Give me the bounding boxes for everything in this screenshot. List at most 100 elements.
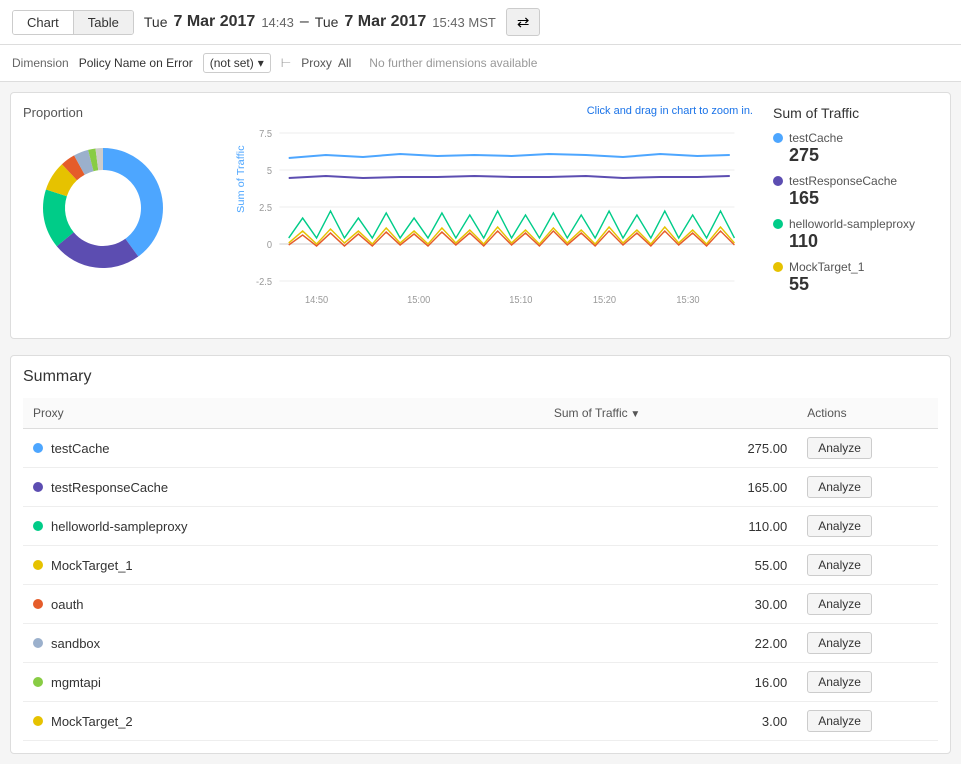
- proxy-name: MockTarget_1: [51, 558, 133, 573]
- table-row: MockTarget_2 3.00 Analyze: [23, 702, 938, 741]
- summary-title: Summary: [23, 368, 938, 386]
- time2: 15:43 MST: [432, 15, 496, 30]
- dimension-nav: Proxy All: [301, 56, 351, 70]
- date2-day: 7 Mar 2017: [344, 13, 426, 31]
- proxy-name: sandbox: [51, 636, 100, 651]
- legend-item-value: 275: [789, 145, 938, 166]
- table-row: testResponseCache 165.00 Analyze: [23, 468, 938, 507]
- table-row: testCache 275.00 Analyze: [23, 429, 938, 468]
- date-dash: –: [300, 13, 309, 31]
- dimension-select[interactable]: (not set) ▾: [203, 53, 271, 73]
- legend-item-name: helloworld-sampleproxy: [789, 217, 915, 231]
- analyze-button[interactable]: Analyze: [807, 710, 872, 732]
- legend-item-name: MockTarget_1: [789, 260, 864, 274]
- svg-text:15:00: 15:00: [407, 295, 430, 306]
- view-tabs: Chart Table: [12, 10, 134, 35]
- analyze-button[interactable]: Analyze: [807, 515, 872, 537]
- legend-item-value: 165: [789, 188, 938, 209]
- proxy-color-dot: [33, 482, 43, 492]
- traffic-value: 16.00: [544, 663, 797, 702]
- legend-dot: [773, 219, 783, 229]
- proxy-cell: oauth: [23, 585, 544, 624]
- proxy-color-dot: [33, 521, 43, 531]
- analyze-button[interactable]: Analyze: [807, 476, 872, 498]
- svg-text:14:50: 14:50: [305, 295, 328, 306]
- table-row: sandbox 22.00 Analyze: [23, 624, 938, 663]
- traffic-value: 275.00: [544, 429, 797, 468]
- svg-text:Sum of Traffic: Sum of Traffic: [235, 145, 247, 213]
- chart-tab[interactable]: Chart: [13, 11, 74, 34]
- analyze-button[interactable]: Analyze: [807, 671, 872, 693]
- svg-text:15:30: 15:30: [676, 295, 699, 306]
- dim-nav-proxy[interactable]: Proxy: [301, 56, 332, 70]
- table-tab[interactable]: Table: [74, 11, 133, 34]
- no-dimensions-text: No further dimensions available: [369, 56, 537, 70]
- svg-text:2.5: 2.5: [259, 203, 272, 214]
- analyze-button[interactable]: Analyze: [807, 437, 872, 459]
- analyze-button[interactable]: Analyze: [807, 554, 872, 576]
- dimension-selected-value: (not set): [210, 56, 254, 70]
- legend-item-value: 55: [789, 274, 938, 295]
- legend-item: testResponseCache 165: [773, 174, 938, 209]
- time1: 14:43: [261, 15, 294, 30]
- legend-title: Sum of Traffic: [773, 105, 938, 121]
- dimension-label: Dimension: [12, 56, 69, 70]
- legend-item: testCache 275: [773, 131, 938, 166]
- proxy-cell: mgmtapi: [23, 663, 544, 702]
- legend-dot: [773, 262, 783, 272]
- summary-section: Summary Proxy Sum of Traffic Actions tes…: [10, 355, 951, 754]
- actions-cell: Analyze: [797, 624, 938, 663]
- date1-day: 7 Mar 2017: [173, 13, 255, 31]
- proxy-name: helloworld-sampleproxy: [51, 519, 188, 534]
- donut-chart: [23, 128, 183, 288]
- proportion-area: Proportion: [23, 105, 223, 326]
- analyze-button[interactable]: Analyze: [807, 593, 872, 615]
- refresh-button[interactable]: ⇄: [506, 8, 541, 36]
- col-header-traffic[interactable]: Sum of Traffic: [544, 398, 797, 429]
- proportion-title: Proportion: [23, 105, 223, 120]
- legend-dot: [773, 133, 783, 143]
- table-row: mgmtapi 16.00 Analyze: [23, 663, 938, 702]
- table-row: helloworld-sampleproxy 110.00 Analyze: [23, 507, 938, 546]
- proxy-name: testResponseCache: [51, 480, 168, 495]
- proxy-name: MockTarget_2: [51, 714, 133, 729]
- proxy-cell: testResponseCache: [23, 468, 544, 507]
- actions-cell: Analyze: [797, 702, 938, 741]
- svg-text:0: 0: [267, 240, 272, 251]
- breadcrumb-sep: ⊢: [281, 56, 291, 70]
- actions-cell: Analyze: [797, 507, 938, 546]
- proxy-color-dot: [33, 599, 43, 609]
- date2-prefix: Tue: [315, 14, 339, 30]
- svg-text:15:20: 15:20: [593, 295, 616, 306]
- actions-cell: Analyze: [797, 546, 938, 585]
- analyze-button[interactable]: Analyze: [807, 632, 872, 654]
- svg-text:-2.5: -2.5: [256, 277, 272, 288]
- chevron-down-icon: ▾: [258, 56, 264, 70]
- proxy-cell: MockTarget_2: [23, 702, 544, 741]
- proxy-name: testCache: [51, 441, 110, 456]
- legend-item-value: 110: [789, 231, 938, 252]
- proxy-color-dot: [33, 560, 43, 570]
- traffic-value: 110.00: [544, 507, 797, 546]
- legend-dot: [773, 176, 783, 186]
- svg-text:7.5: 7.5: [259, 129, 272, 140]
- dim-nav-all[interactable]: All: [338, 56, 351, 70]
- legend-item: helloworld-sampleproxy 110: [773, 217, 938, 252]
- legend-item-name: testCache: [789, 131, 843, 145]
- table-row: MockTarget_1 55.00 Analyze: [23, 546, 938, 585]
- proxy-cell: helloworld-sampleproxy: [23, 507, 544, 546]
- svg-text:15:10: 15:10: [509, 295, 532, 306]
- line-chart-area: Click and drag in chart to zoom in. Sum …: [233, 105, 753, 326]
- proxy-color-dot: [33, 443, 43, 453]
- traffic-value: 22.00: [544, 624, 797, 663]
- legend-area: Sum of Traffic testCache 275 testRespons…: [763, 105, 938, 326]
- chart-section: Proportion Click and drag in chart to zo…: [10, 92, 951, 339]
- proxy-color-dot: [33, 716, 43, 726]
- proxy-cell: sandbox: [23, 624, 544, 663]
- svg-text:5: 5: [267, 166, 272, 177]
- dimension-bar: Dimension Policy Name on Error (not set)…: [0, 45, 961, 82]
- top-bar: Chart Table Tue 7 Mar 2017 14:43 – Tue 7…: [0, 0, 961, 45]
- proxy-name: mgmtapi: [51, 675, 101, 690]
- proxy-cell: testCache: [23, 429, 544, 468]
- traffic-value: 165.00: [544, 468, 797, 507]
